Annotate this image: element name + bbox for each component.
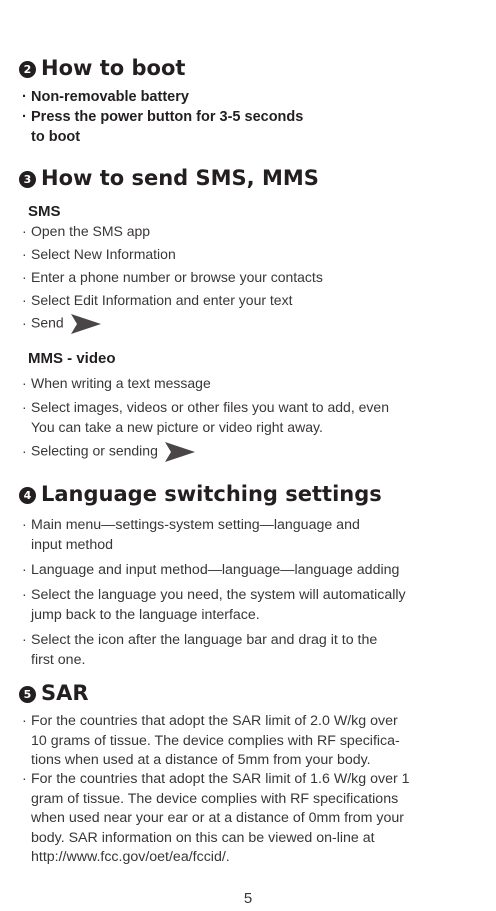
language-item-text: first one.: [31, 651, 86, 668]
language-item-text: Main menu—settings-system setting—langua…: [31, 517, 360, 533]
section-number-badge: 2: [19, 61, 36, 78]
sms-item-text: Select Edit Information and enter your t…: [31, 292, 293, 308]
sms-item: · Select New Information: [22, 246, 176, 262]
sar-item: · For the countries that adopt the SAR li…: [22, 712, 482, 771]
sms-item-send: · Send: [22, 313, 102, 335]
section-number-badge: 5: [19, 686, 36, 703]
section-number-badge: 4: [19, 487, 36, 504]
sar-item-text: tions when used at a distance of 5mm fro…: [31, 752, 371, 768]
mms-subheading: MMS - video: [28, 350, 116, 367]
section-title-text: How to send SMS, MMS: [41, 166, 319, 190]
section-title-boot: 2 How to boot: [19, 55, 185, 81]
section-title-language: 4 Language switching settings: [19, 481, 382, 507]
sar-item-text: For the countries that adopt the SAR lim…: [31, 713, 398, 729]
sms-item: · Enter a phone number or browse your con…: [22, 269, 323, 285]
mms-item-text: When writing a text message: [31, 375, 211, 391]
boot-item-text: to boot: [31, 129, 81, 145]
send-arrow-icon: [164, 442, 195, 462]
boot-item: · Press the power button for 3-5 seconds: [22, 109, 304, 125]
language-item: · Select the language you need, the syste…: [22, 586, 482, 625]
page-number: 5: [243, 890, 253, 907]
section-title-sms: 3 How to send SMS, MMS: [19, 165, 319, 191]
sms-item-text: Select New Information: [31, 246, 176, 262]
section-title-text: Language switching settings: [41, 482, 382, 506]
boot-item-text: Press the power button for 3-5 seconds: [31, 109, 304, 125]
sms-item: · Select Edit Information and enter your …: [22, 292, 293, 308]
mms-item: · When writing a text message: [22, 375, 211, 391]
language-item-text: Select the language you need, the system…: [31, 587, 406, 603]
section-title-sar: 5 SAR: [19, 680, 89, 706]
section-title-text: How to boot: [41, 56, 186, 80]
language-item-text: jump back to the language interface.: [31, 606, 260, 623]
language-item-text: input method: [31, 536, 114, 553]
language-item-text: Select the icon after the language bar a…: [31, 632, 378, 648]
boot-item-continuation: to boot: [22, 128, 80, 147]
boot-item-text: Non-removable battery: [31, 89, 189, 105]
language-item: · Select the icon after the language bar …: [22, 631, 482, 670]
sms-item-text: Enter a phone number or browse your cont…: [31, 269, 323, 285]
sar-item-text: For the countries that adopt the SAR lim…: [31, 771, 410, 787]
sms-item-text: Send: [31, 314, 64, 331]
sms-item: · Open the SMS app: [22, 223, 151, 239]
mms-item-text: You can take a new picture or video righ…: [31, 419, 323, 435]
section-title-text: SAR: [41, 681, 89, 705]
language-item: · Main menu—settings-system setting—langu…: [22, 516, 482, 555]
sar-item-text: 10 grams of tissue. The device complies …: [31, 732, 400, 749]
sar-item: · For the countries that adopt the SAR li…: [22, 770, 482, 868]
mms-item-text: Selecting or sending: [31, 442, 158, 459]
send-arrow-icon: [70, 314, 101, 334]
language-item-text: Language and input method—language—langu…: [31, 562, 400, 578]
manual-page: 2 How to boot · Non-removable battery · Pre…: [0, 0, 496, 911]
mms-item-text: Select images, videos or other files you…: [31, 399, 389, 415]
sar-item-text: gram of tissue. The device complies with…: [31, 790, 399, 807]
sar-item-text: http://www.fcc.gov/oet/ea/fccid/.: [31, 849, 230, 865]
sms-item-text: Open the SMS app: [31, 223, 151, 239]
language-item: · Language and input method—language—lang…: [22, 562, 400, 578]
boot-item: · Non-removable battery: [22, 89, 189, 105]
sms-subheading: SMS: [28, 203, 61, 220]
sar-item-text: body. SAR information on this can be vie…: [31, 829, 375, 846]
mms-item-send: · Selecting or sending: [22, 441, 196, 463]
mms-item-continuation: You can take a new picture or video righ…: [22, 418, 323, 437]
mms-item: · Select images, videos or other files yo…: [22, 399, 389, 415]
section-number-badge: 3: [19, 171, 36, 188]
sar-item-text: when used near your ear or at a distance…: [31, 810, 404, 826]
